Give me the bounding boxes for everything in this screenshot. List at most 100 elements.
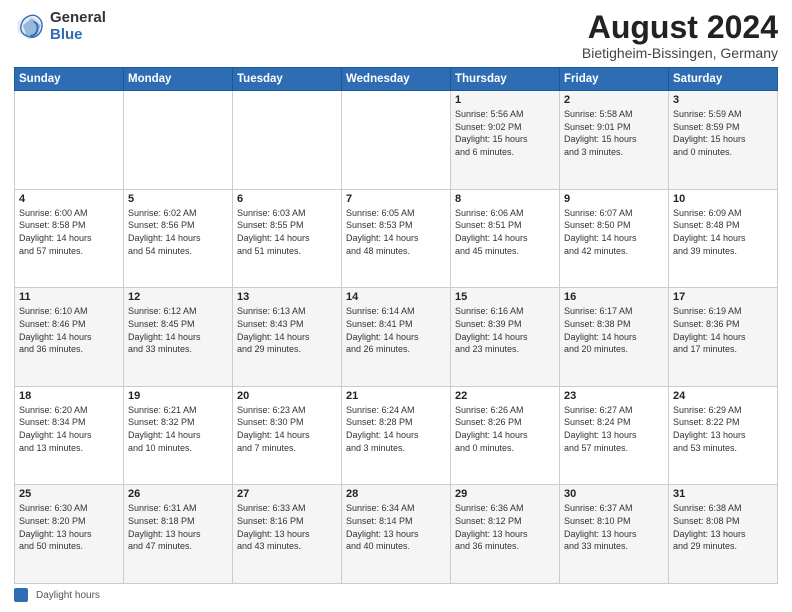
main-title: August 2024 [582,10,778,45]
day-number: 9 [564,193,664,205]
day-number: 3 [673,94,773,106]
calendar-cell: 3 Sunrise: 5:59 AMSunset: 8:59 PMDaylight… [669,91,778,190]
cell-info: Sunrise: 6:38 AMSunset: 8:08 PMDaylight:… [673,502,773,552]
cell-info: Sunrise: 6:19 AMSunset: 8:36 PMDaylight:… [673,305,773,355]
day-number: 13 [237,291,337,303]
day-number: 29 [455,488,555,500]
cell-info: Sunrise: 6:21 AMSunset: 8:32 PMDaylight:… [128,404,228,454]
day-number: 20 [237,390,337,402]
page: General Blue August 2024 Bietigheim-Biss… [0,0,792,612]
cell-info: Sunrise: 6:36 AMSunset: 8:12 PMDaylight:… [455,502,555,552]
cell-info: Sunrise: 6:05 AMSunset: 8:53 PMDaylight:… [346,207,446,257]
cell-info: Sunrise: 6:16 AMSunset: 8:39 PMDaylight:… [455,305,555,355]
day-number: 16 [564,291,664,303]
calendar-cell: 17 Sunrise: 6:19 AMSunset: 8:36 PMDayligh… [669,288,778,387]
day-number: 22 [455,390,555,402]
day-number: 15 [455,291,555,303]
calendar-cell: 25Sunrise: 6:30 AMSunset: 8:20 PMDayligh… [15,485,124,584]
day-number: 10 [673,193,773,205]
cell-info: Sunrise: 6:12 AMSunset: 8:45 PMDaylight:… [128,305,228,355]
title-block: August 2024 Bietigheim-Bissingen, German… [582,10,778,61]
cell-info: Sunrise: 6:26 AMSunset: 8:26 PMDaylight:… [455,404,555,454]
header-cell-monday: Monday [124,68,233,91]
subtitle: Bietigheim-Bissingen, Germany [582,45,778,61]
logo-blue: Blue [50,27,106,44]
header-cell-wednesday: Wednesday [342,68,451,91]
calendar-header: SundayMondayTuesdayWednesdayThursdayFrid… [15,68,778,91]
day-number: 5 [128,193,228,205]
cell-info: Sunrise: 6:14 AMSunset: 8:41 PMDaylight:… [346,305,446,355]
calendar-body: 1 Sunrise: 5:56 AMSunset: 9:02 PMDaylight… [15,91,778,584]
calendar-cell: 23Sunrise: 6:27 AMSunset: 8:24 PMDayligh… [560,386,669,485]
calendar-cell: 28 Sunrise: 6:34 AMSunset: 8:14 PMDayligh… [342,485,451,584]
calendar-cell: 7Sunrise: 6:05 AMSunset: 8:53 PMDaylight… [342,189,451,288]
cell-info: Sunrise: 6:10 AMSunset: 8:46 PMDaylight:… [19,305,119,355]
calendar-cell: 10 Sunrise: 6:09 AMSunset: 8:48 PMDayligh… [669,189,778,288]
calendar-cell [342,91,451,190]
calendar-cell: 31 Sunrise: 6:38 AMSunset: 8:08 PMDayligh… [669,485,778,584]
cell-info: Sunrise: 6:03 AMSunset: 8:55 PMDaylight:… [237,207,337,257]
day-number: 21 [346,390,446,402]
calendar-cell: 9Sunrise: 6:07 AMSunset: 8:50 PMDaylight… [560,189,669,288]
calendar-cell: 1 Sunrise: 5:56 AMSunset: 9:02 PMDaylight… [451,91,560,190]
cell-info: Sunrise: 5:59 AMSunset: 8:59 PMDaylight:… [673,108,773,158]
calendar-cell: 2 Sunrise: 5:58 AMSunset: 9:01 PMDaylight… [560,91,669,190]
day-number: 24 [673,390,773,402]
logo: General Blue [14,10,106,43]
calendar-row: 11 Sunrise: 6:10 AMSunset: 8:46 PMDayligh… [15,288,778,387]
header-cell-friday: Friday [560,68,669,91]
day-number: 2 [564,94,664,106]
calendar-cell: 19 Sunrise: 6:21 AMSunset: 8:32 PMDayligh… [124,386,233,485]
day-number: 1 [455,94,555,106]
day-number: 6 [237,193,337,205]
cell-info: Sunrise: 6:24 AMSunset: 8:28 PMDaylight:… [346,404,446,454]
cell-info: Sunrise: 6:17 AMSunset: 8:38 PMDaylight:… [564,305,664,355]
daylight-swatch [14,588,28,602]
day-number: 14 [346,291,446,303]
calendar-cell: 21 Sunrise: 6:24 AMSunset: 8:28 PMDayligh… [342,386,451,485]
calendar-cell: 11 Sunrise: 6:10 AMSunset: 8:46 PMDayligh… [15,288,124,387]
header-row: SundayMondayTuesdayWednesdayThursdayFrid… [15,68,778,91]
day-number: 19 [128,390,228,402]
cell-info: Sunrise: 6:34 AMSunset: 8:14 PMDaylight:… [346,502,446,552]
cell-info: Sunrise: 6:23 AMSunset: 8:30 PMDaylight:… [237,404,337,454]
calendar-cell: 4Sunrise: 6:00 AMSunset: 8:58 PMDaylight… [15,189,124,288]
day-number: 11 [19,291,119,303]
day-number: 28 [346,488,446,500]
header-cell-tuesday: Tuesday [233,68,342,91]
cell-info: Sunrise: 6:09 AMSunset: 8:48 PMDaylight:… [673,207,773,257]
day-number: 26 [128,488,228,500]
calendar-row: 4Sunrise: 6:00 AMSunset: 8:58 PMDaylight… [15,189,778,288]
calendar-cell: 18Sunrise: 6:20 AMSunset: 8:34 PMDayligh… [15,386,124,485]
cell-info: Sunrise: 5:56 AMSunset: 9:02 PMDaylight:… [455,108,555,158]
header-cell-thursday: Thursday [451,68,560,91]
calendar-cell: 16 Sunrise: 6:17 AMSunset: 8:38 PMDayligh… [560,288,669,387]
cell-info: Sunrise: 6:31 AMSunset: 8:18 PMDaylight:… [128,502,228,552]
day-number: 31 [673,488,773,500]
calendar-cell: 30Sunrise: 6:37 AMSunset: 8:10 PMDayligh… [560,485,669,584]
cell-info: Sunrise: 6:33 AMSunset: 8:16 PMDaylight:… [237,502,337,552]
calendar-table: SundayMondayTuesdayWednesdayThursdayFrid… [14,67,778,584]
calendar-cell: 26 Sunrise: 6:31 AMSunset: 8:18 PMDayligh… [124,485,233,584]
day-number: 8 [455,193,555,205]
day-number: 12 [128,291,228,303]
calendar-cell: 22 Sunrise: 6:26 AMSunset: 8:26 PMDayligh… [451,386,560,485]
calendar-cell: 5Sunrise: 6:02 AMSunset: 8:56 PMDaylight… [124,189,233,288]
calendar-cell: 24 Sunrise: 6:29 AMSunset: 8:22 PMDayligh… [669,386,778,485]
generalblue-logo-icon [14,11,46,43]
cell-info: Sunrise: 5:58 AMSunset: 9:01 PMDaylight:… [564,108,664,158]
footer: Daylight hours [14,588,778,602]
day-number: 27 [237,488,337,500]
day-number: 30 [564,488,664,500]
calendar-row: 25Sunrise: 6:30 AMSunset: 8:20 PMDayligh… [15,485,778,584]
cell-info: Sunrise: 6:30 AMSunset: 8:20 PMDaylight:… [19,502,119,552]
day-number: 23 [564,390,664,402]
header: General Blue August 2024 Bietigheim-Biss… [14,10,778,61]
header-cell-saturday: Saturday [669,68,778,91]
day-number: 17 [673,291,773,303]
calendar-row: 1 Sunrise: 5:56 AMSunset: 9:02 PMDaylight… [15,91,778,190]
footer-label: Daylight hours [36,590,100,601]
cell-info: Sunrise: 6:20 AMSunset: 8:34 PMDaylight:… [19,404,119,454]
day-number: 4 [19,193,119,205]
cell-info: Sunrise: 6:29 AMSunset: 8:22 PMDaylight:… [673,404,773,454]
